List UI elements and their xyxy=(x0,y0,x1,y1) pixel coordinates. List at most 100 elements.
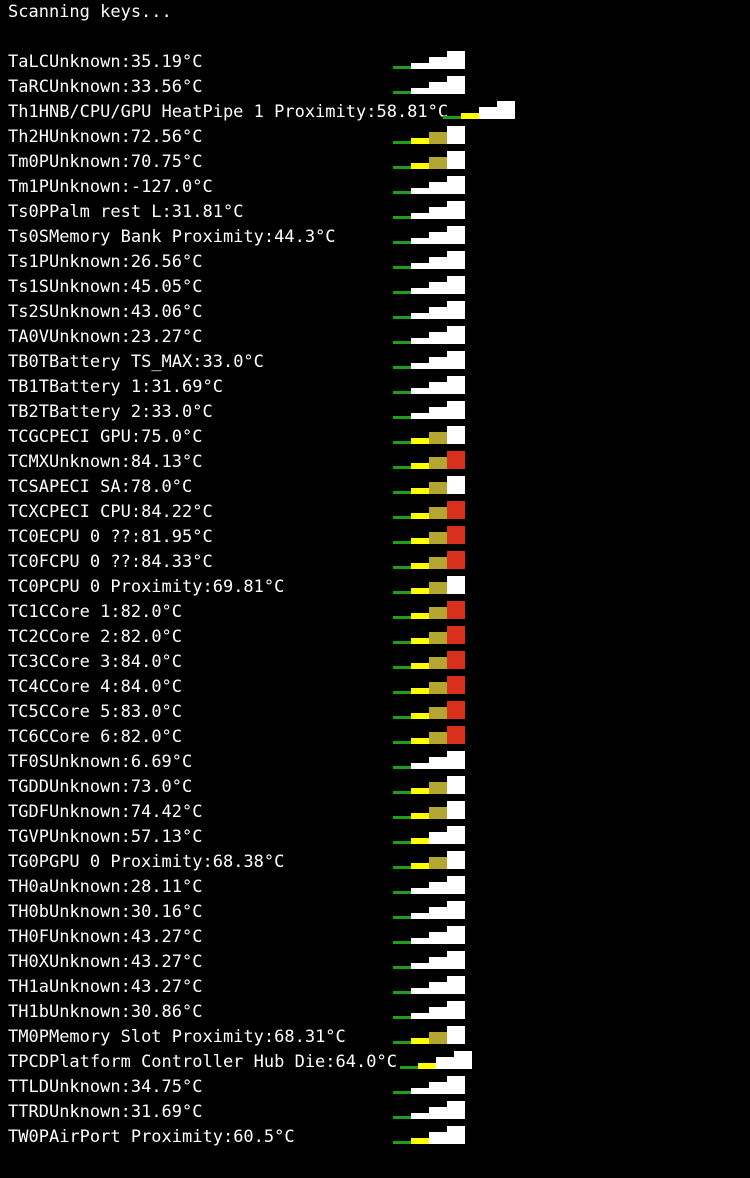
level-bar-segment xyxy=(393,916,411,919)
level-bar-segment xyxy=(393,741,411,744)
sensor-temp: 30.86°C xyxy=(130,1001,203,1022)
sensor-key: TGDF xyxy=(8,801,49,822)
sensor-key: TH0a xyxy=(8,876,49,897)
sensor-temp: 69.81°C xyxy=(212,576,285,597)
sensor-temp: 84.0°C xyxy=(120,676,183,697)
sensor-temp: 6.69°C xyxy=(130,751,193,772)
level-bar-segment xyxy=(393,991,411,994)
sensor-name: Unknown: xyxy=(48,451,131,472)
level-bar-segment xyxy=(429,457,447,469)
sensor-row: TCXC PECI CPU: 84.22°C xyxy=(8,499,750,524)
sensor-name: Unknown: xyxy=(48,276,131,297)
sensor-row: TPCD Platform Controller Hub Die: 64.0°C xyxy=(8,1049,750,1074)
sensor-key: TC1C xyxy=(8,601,49,622)
temperature-level-bar xyxy=(393,176,465,194)
temperature-level-bar xyxy=(400,1051,472,1069)
level-bar-segment xyxy=(447,351,465,369)
level-bar-segment xyxy=(447,926,465,944)
sensor-name: Unknown: xyxy=(48,876,131,897)
level-bar-segment xyxy=(429,182,447,194)
sensor-key: Ts1S xyxy=(8,276,49,297)
sensor-name: Unknown: xyxy=(48,976,131,997)
sensor-row: TA0V Unknown: 23.27°C xyxy=(8,324,750,349)
level-bar-segment xyxy=(429,357,447,369)
sensor-key: TGVP xyxy=(8,826,49,847)
level-bar-segment xyxy=(393,541,411,544)
temperature-level-bar xyxy=(393,201,465,219)
sensor-temp: 33.0°C xyxy=(151,401,213,422)
level-bar-segment xyxy=(393,591,411,594)
sensor-key: TC0P xyxy=(8,576,49,597)
sensor-row: TH0b Unknown: 30.16°C xyxy=(8,899,750,924)
temperature-level-bar xyxy=(443,101,515,119)
sensor-temp: 84.0°C xyxy=(120,651,183,672)
temperature-level-bar xyxy=(393,301,465,319)
level-bar-segment xyxy=(447,151,465,169)
level-bar-segment xyxy=(497,101,515,119)
sensor-temp: 60.5°C xyxy=(233,1126,295,1147)
level-bar-segment xyxy=(411,563,429,569)
sensor-name: NB/CPU/GPU HeatPipe 1 Proximity: xyxy=(48,101,377,122)
level-bar-segment xyxy=(447,1026,465,1044)
level-bar-segment xyxy=(411,738,429,744)
sensor-name: Memory Bank Proximity: xyxy=(48,226,275,247)
level-bar-segment xyxy=(461,113,479,119)
temperature-level-bar xyxy=(393,826,465,844)
level-bar-segment xyxy=(429,907,447,919)
level-bar-segment xyxy=(429,982,447,994)
sensor-key: TH1a xyxy=(8,976,49,997)
sensor-temp: 72.56°C xyxy=(130,126,203,147)
sensor-name: Unknown: xyxy=(48,126,131,147)
level-bar-segment xyxy=(429,932,447,944)
level-bar-segment xyxy=(429,682,447,694)
level-bar-segment xyxy=(411,488,429,494)
level-bar-segment xyxy=(393,1091,411,1094)
level-bar-segment xyxy=(411,213,429,219)
sensor-temp: 78.0°C xyxy=(130,476,193,497)
sensor-name: Unknown: xyxy=(48,301,131,322)
sensor-row: TH1a Unknown: 43.27°C xyxy=(8,974,750,999)
sensor-key: TH0b xyxy=(8,901,49,922)
temperature-level-bar xyxy=(393,626,465,644)
level-bar-segment xyxy=(411,463,429,469)
level-bar-segment xyxy=(393,891,411,894)
sensor-name: Unknown: xyxy=(48,901,131,922)
level-bar-segment xyxy=(411,163,429,169)
sensor-key: TG0P xyxy=(8,851,49,872)
level-bar-segment xyxy=(429,607,447,619)
sensor-row: TB0T Battery TS_MAX: 33.0°C xyxy=(8,349,750,374)
sensor-key: Tm0P xyxy=(8,151,49,172)
level-bar-segment xyxy=(447,1126,465,1144)
level-bar-segment xyxy=(429,882,447,894)
level-bar-segment xyxy=(411,1038,429,1044)
level-bar-segment xyxy=(411,913,429,919)
level-bar-segment xyxy=(411,363,429,369)
level-bar-segment xyxy=(411,763,429,769)
level-bar-segment xyxy=(411,1088,429,1094)
sensor-temp: 31.69°C xyxy=(130,1101,203,1122)
temperature-level-bar xyxy=(393,126,465,144)
level-bar-segment xyxy=(429,582,447,594)
sensor-key: TH0F xyxy=(8,926,49,947)
level-bar-segment xyxy=(393,666,411,669)
sensor-name: Unknown: xyxy=(48,801,131,822)
sensor-name: Unknown: xyxy=(48,951,131,972)
temperature-level-bar xyxy=(393,376,465,394)
level-bar-segment xyxy=(393,391,411,394)
sensor-temp: 68.38°C xyxy=(212,851,285,872)
sensor-key: TH0X xyxy=(8,951,49,972)
sensor-row: TW0P AirPort Proximity: 60.5°C xyxy=(8,1124,750,1149)
temperature-level-bar xyxy=(393,1076,465,1094)
level-bar-segment xyxy=(454,1051,472,1069)
sensor-row: TC0P CPU 0 Proximity: 69.81°C xyxy=(8,574,750,599)
level-bar-segment xyxy=(447,376,465,394)
sensor-name: PECI CPU: xyxy=(48,501,142,522)
level-bar-segment xyxy=(447,401,465,419)
sensor-name: Core 4: xyxy=(48,676,121,697)
level-bar-segment xyxy=(393,716,411,719)
temperature-level-bar xyxy=(393,276,465,294)
sensor-temp: 83.0°C xyxy=(120,701,183,722)
sensor-row: TB1T Battery 1: 31.69°C xyxy=(8,374,750,399)
level-bar-segment xyxy=(429,707,447,719)
level-bar-segment xyxy=(393,791,411,794)
